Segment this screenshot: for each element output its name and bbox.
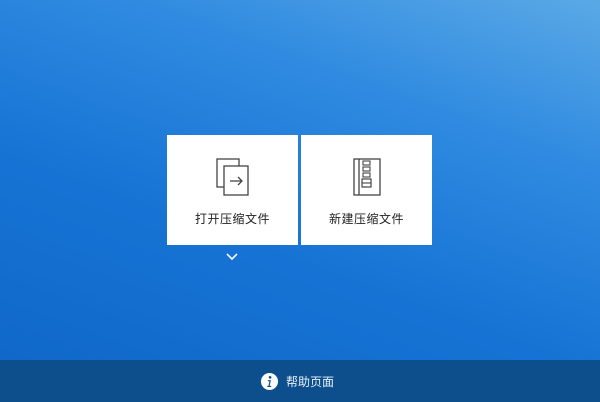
open-archive-button[interactable]: 打开压缩文件: [167, 135, 298, 245]
chevron-down-icon[interactable]: [225, 252, 239, 262]
zip-file-icon: [352, 158, 381, 196]
new-archive-label: 新建压缩文件: [328, 212, 404, 226]
footer-bar: 帮助页面: [0, 360, 600, 402]
info-icon: [260, 372, 279, 390]
help-page-label: 帮助页面: [286, 374, 335, 389]
new-archive-button[interactable]: 新建压缩文件: [301, 135, 432, 245]
help-page-link[interactable]: 帮助页面: [260, 370, 334, 392]
open-archive-label: 打开压缩文件: [194, 212, 270, 226]
main-area: 打开压缩文件 新建压缩文件: [0, 0, 600, 360]
open-file-icon: [215, 158, 249, 196]
